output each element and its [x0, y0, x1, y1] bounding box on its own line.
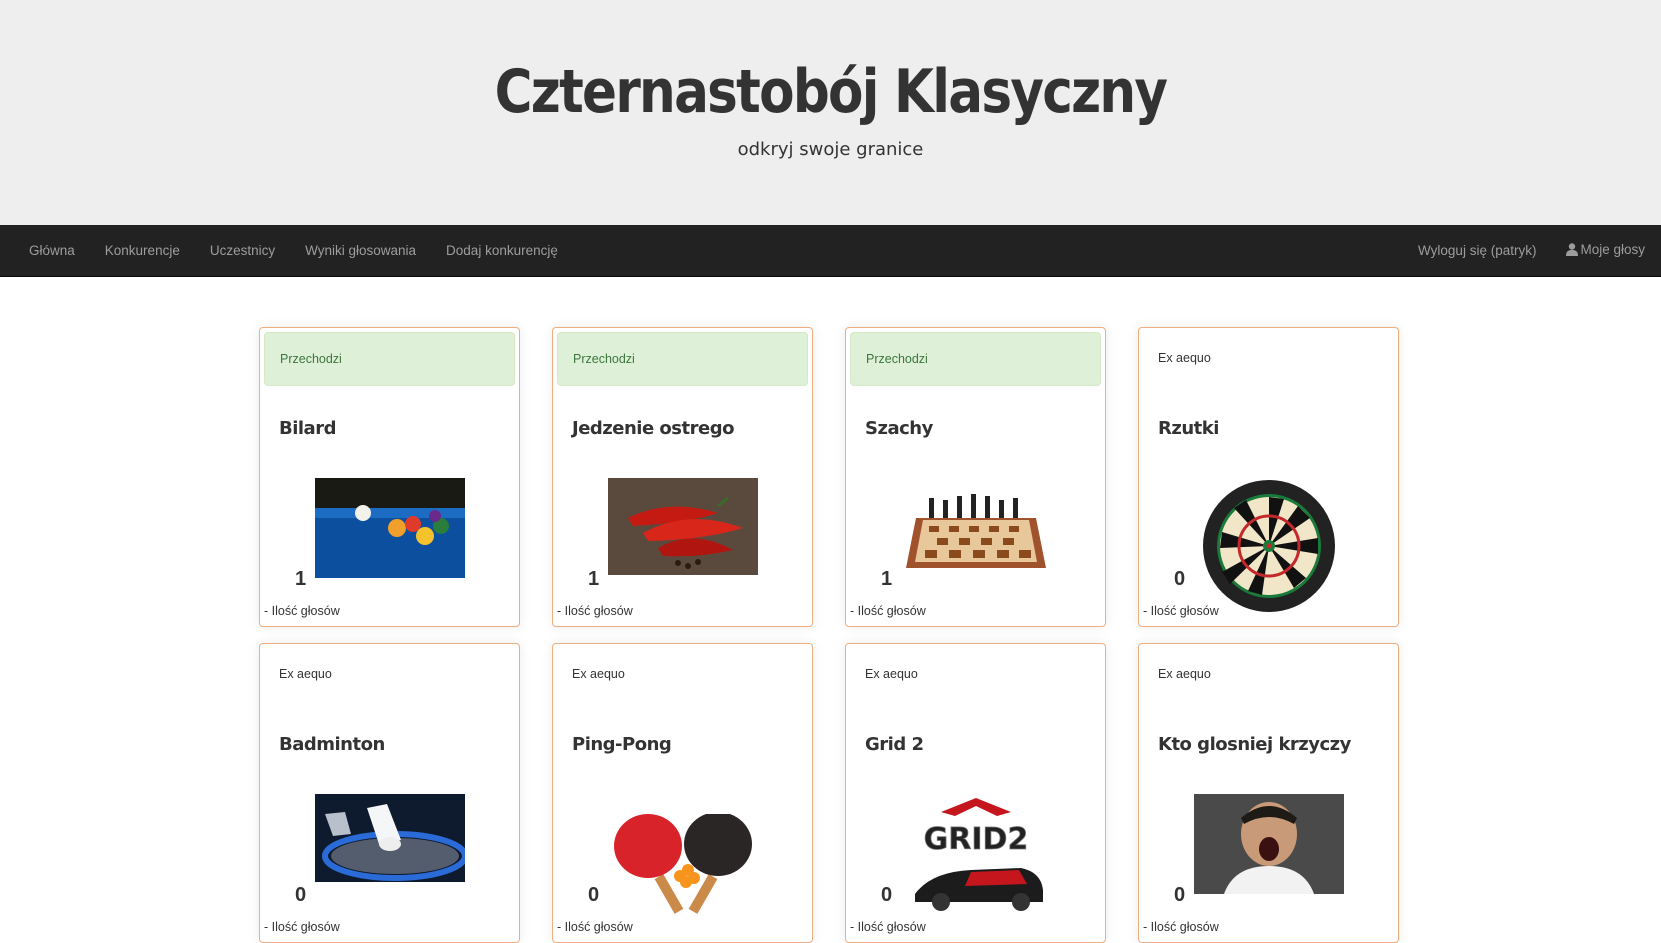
competition-name: Rzutki: [1158, 418, 1219, 439]
logout-link[interactable]: Wyloguj się (patryk): [1403, 225, 1551, 277]
page-subtitle: odkryj swoje granice: [737, 139, 924, 160]
vote-count: 0: [881, 884, 893, 906]
status-badge: Przechodzi: [850, 332, 1101, 386]
competition-card[interactable]: Ex aequo Badminton 0 - Ilość głosów: [259, 643, 520, 943]
navbar-right: Wyloguj się (patryk) Moje głosy: [1403, 224, 1645, 278]
competition-name: Jedzenie ostrego: [572, 418, 734, 439]
nav-link-konkurencje[interactable]: Konkurencje: [90, 225, 195, 277]
nav-link-uczestnicy[interactable]: Uczestnicy: [195, 225, 290, 277]
status-badge: Ex aequo: [279, 667, 332, 681]
badminton-image: [315, 794, 465, 882]
ping-pong-image: [608, 814, 758, 934]
status-badge: Ex aequo: [865, 667, 918, 681]
grid2-image: GRID2: [901, 794, 1051, 914]
dartboard-image: [1194, 478, 1344, 614]
competition-name: Kto glosniej krzyczy: [1158, 734, 1351, 755]
navbar-left: Główna Konkurencje Uczestnicy Wyniki gło…: [14, 225, 573, 277]
vote-count: 1: [588, 568, 600, 590]
status-badge: Przechodzi: [557, 332, 808, 386]
vote-count: 0: [1174, 568, 1186, 590]
competition-card[interactable]: Przechodzi Szachy 1 - Ilość głosów: [845, 327, 1106, 627]
user-icon: [1566, 226, 1579, 278]
screaming-man-image: [1194, 794, 1344, 894]
competition-card[interactable]: Przechodzi Bilard 1 - Ilość głosów: [259, 327, 520, 627]
vote-count: 1: [295, 568, 307, 590]
competition-name: Bilard: [279, 418, 336, 439]
competition-name: Szachy: [865, 418, 933, 439]
status-badge: Przechodzi: [264, 332, 515, 386]
vote-label: - Ilość głosów: [850, 920, 926, 934]
competition-card[interactable]: Ex aequo Rzutki 0 - Ilość głosów: [1138, 327, 1399, 627]
my-votes-label: Moje głosy: [1580, 241, 1645, 257]
competition-card[interactable]: Ex aequo Ping-Pong 0 - Ilość głosów: [552, 643, 813, 943]
vote-count: 0: [588, 884, 600, 906]
competition-card[interactable]: Przechodzi Jedzenie ostrego 1 - Ilość gł…: [552, 327, 813, 627]
vote-label: - Ilość głosów: [264, 920, 340, 934]
status-badge: Ex aequo: [1158, 351, 1211, 365]
status-badge: Ex aequo: [572, 667, 625, 681]
vote-label: - Ilość głosów: [1143, 604, 1219, 618]
nav-link-wyniki-glosowania[interactable]: Wyniki głosowania: [290, 225, 431, 277]
vote-label: - Ilość głosów: [557, 604, 633, 618]
vote-label: - Ilość głosów: [850, 604, 926, 618]
vote-count: 0: [295, 884, 307, 906]
vote-count: 1: [881, 568, 893, 590]
billiard-image: [315, 478, 465, 578]
navbar: Główna Konkurencje Uczestnicy Wyniki gło…: [0, 225, 1661, 277]
status-badge: Ex aequo: [1158, 667, 1211, 681]
competition-card[interactable]: Ex aequo Kto glosniej krzyczy 0 - Ilość …: [1138, 643, 1399, 943]
svg-text:GRID2: GRID2: [924, 822, 1029, 857]
chessboard-image: [901, 478, 1051, 578]
competition-grid: Przechodzi Bilard 1 - Ilość głosów Przec…: [259, 327, 1399, 943]
my-votes-link[interactable]: Moje głosy: [1551, 224, 1645, 278]
competition-name: Ping-Pong: [572, 734, 672, 755]
competition-name: Grid 2: [865, 734, 924, 755]
competition-name: Badminton: [279, 734, 385, 755]
vote-label: - Ilość głosów: [264, 604, 340, 618]
jumbotron: Czternastobój Klasyczny odkryj swoje gra…: [0, 0, 1661, 225]
vote-label: - Ilość głosów: [1143, 920, 1219, 934]
competition-card[interactable]: Ex aequo Grid 2 GRID2 0 - Ilość głosów: [845, 643, 1106, 943]
nav-link-dodaj-konkurencje[interactable]: Dodaj konkurencję: [431, 225, 573, 277]
vote-label: - Ilość głosów: [557, 920, 633, 934]
vote-count: 0: [1174, 884, 1186, 906]
chili-image: [608, 478, 758, 578]
nav-link-glowna[interactable]: Główna: [14, 225, 90, 277]
page-title: Czternastobój Klasyczny: [494, 57, 1168, 127]
